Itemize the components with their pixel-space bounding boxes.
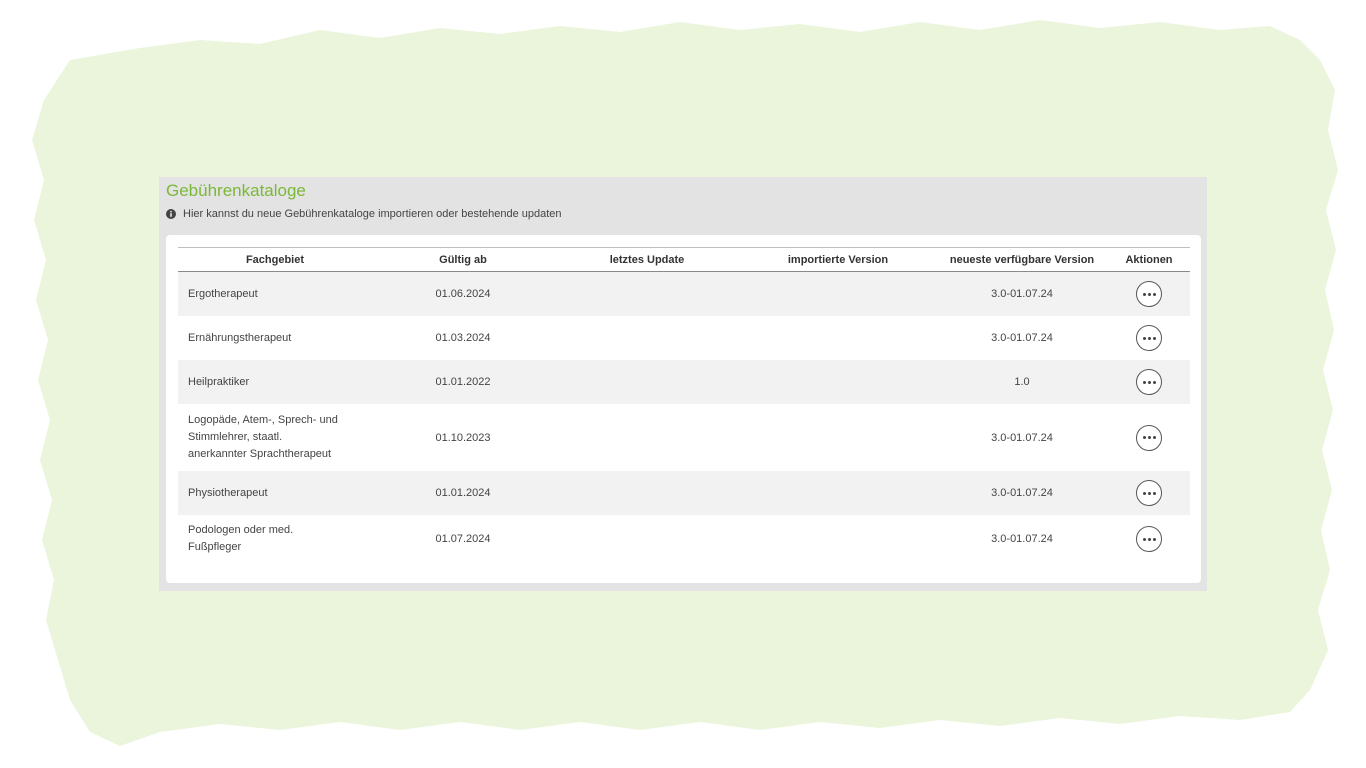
fachgebiet-line: Ergotherapeut bbox=[188, 287, 258, 300]
header-letztes-update: letztes Update bbox=[609, 253, 685, 266]
fee-catalogs-panel: Gebührenkataloge Hier kannst du neue Geb… bbox=[159, 177, 1207, 591]
cell-gueltig-ab: 01.01.2022 bbox=[435, 376, 491, 388]
table-row: Ergotherapeut 01.06.2024 3.0-01.07.24 bbox=[178, 272, 1190, 316]
header-gueltig-ab: Gültig ab bbox=[439, 253, 487, 266]
info-circle-icon bbox=[166, 209, 176, 219]
fachgebiet-line: Fußpfleger bbox=[188, 541, 242, 553]
fachgebiet-line: Ernährungstherapeut bbox=[188, 331, 292, 344]
cell-fachgebiet: Podologen oder med. Fußpfleger bbox=[178, 522, 372, 556]
row-actions-button[interactable] bbox=[1136, 480, 1162, 506]
more-horizontal-icon bbox=[1142, 491, 1156, 495]
cell-aktionen bbox=[1108, 526, 1190, 552]
cell-neueste-version: 3.0-01.07.24 bbox=[991, 431, 1053, 444]
table-header: Fachgebiet Gültig ab letztes Update impo… bbox=[178, 247, 1190, 272]
cell-aktionen bbox=[1108, 281, 1190, 307]
table-row: Physiotherapeut 01.01.2024 3.0-01.07.24 bbox=[178, 471, 1190, 515]
cell-gueltig-ab: 01.07.2024 bbox=[435, 533, 491, 545]
cell-gueltig-ab: 01.06.2024 bbox=[435, 288, 491, 300]
row-actions-button[interactable] bbox=[1136, 281, 1162, 307]
cell-gueltig-ab: 01.03.2024 bbox=[435, 332, 491, 344]
more-horizontal-icon bbox=[1142, 380, 1156, 384]
cell-neueste-version: 3.0-01.07.24 bbox=[991, 332, 1053, 344]
table-row: Ernährungstherapeut 01.03.2024 3.0-01.07.2… bbox=[178, 316, 1190, 360]
cell-neueste-version: 3.0-01.07.24 bbox=[991, 533, 1053, 545]
cell-aktionen bbox=[1108, 424, 1190, 451]
fachgebiet-line: Stimmlehrer, staatl. bbox=[188, 431, 283, 443]
more-horizontal-icon bbox=[1142, 436, 1156, 439]
fachgebiet-line: Physiotherapeut bbox=[188, 486, 268, 499]
fee-catalog-table: Fachgebiet Gültig ab letztes Update impo… bbox=[178, 247, 1190, 563]
more-horizontal-icon bbox=[1142, 336, 1156, 340]
cell-gueltig-ab: 01.01.2024 bbox=[435, 487, 491, 499]
table-row: Logopäde, Atem-, Sprech- und Stimmlehrer,… bbox=[178, 404, 1190, 471]
cell-neueste-version: 3.0-01.07.24 bbox=[991, 288, 1053, 300]
cell-fachgebiet: Ergotherapeut bbox=[178, 286, 372, 303]
table-row: Podologen oder med. Fußpfleger 01.07.2024 3… bbox=[178, 515, 1190, 563]
fachgebiet-line: anerkannter Sprachtherapeut bbox=[188, 448, 332, 460]
table-row: Heilpraktiker 01.01.2022 1.0 bbox=[178, 360, 1190, 404]
cell-aktionen bbox=[1108, 480, 1190, 506]
table-body: Ergotherapeut 01.06.2024 3.0-01.07.24 Ernäh… bbox=[178, 272, 1190, 563]
header-aktionen: Aktionen bbox=[1125, 253, 1173, 266]
page: Gebührenkataloge Hier kannst du neue Geb… bbox=[0, 0, 1366, 768]
row-actions-button[interactable] bbox=[1136, 369, 1162, 395]
row-actions-button[interactable] bbox=[1136, 325, 1162, 351]
cell-gueltig-ab: 01.10.2023 bbox=[435, 431, 491, 444]
more-horizontal-icon bbox=[1142, 537, 1156, 541]
cell-fachgebiet: Logopäde, Atem-, Sprech- und Stimmlehrer,… bbox=[178, 412, 372, 463]
cell-aktionen bbox=[1108, 369, 1190, 395]
cell-fachgebiet: Physiotherapeut bbox=[178, 485, 372, 502]
header-fachgebiet: Fachgebiet bbox=[245, 253, 305, 266]
fachgebiet-line: Logopäde, Atem-, Sprech- und bbox=[188, 414, 338, 426]
panel-title: Gebührenkataloge bbox=[166, 181, 306, 200]
fachgebiet-line: Heilpraktiker bbox=[188, 375, 250, 388]
cell-fachgebiet: Ernährungstherapeut bbox=[178, 330, 372, 347]
table-card: Fachgebiet Gültig ab letztes Update impo… bbox=[166, 235, 1201, 583]
row-actions-button[interactable] bbox=[1136, 526, 1162, 552]
cell-aktionen bbox=[1108, 325, 1190, 351]
panel-hint-text: Hier kannst du neue Gebührenkataloge imp… bbox=[183, 208, 562, 220]
more-horizontal-icon bbox=[1142, 292, 1156, 296]
cell-neueste-version: 1.0 bbox=[1014, 376, 1030, 388]
header-neueste-version: neueste verfügbare Version bbox=[949, 253, 1095, 266]
fachgebiet-line: Podologen oder med. bbox=[188, 524, 294, 536]
header-importierte-version: importierte Version bbox=[787, 253, 889, 266]
row-actions-button[interactable] bbox=[1136, 424, 1162, 451]
cell-neueste-version: 3.0-01.07.24 bbox=[991, 487, 1053, 499]
panel-hint: Hier kannst du neue Gebührenkataloge imp… bbox=[166, 208, 562, 220]
cell-fachgebiet: Heilpraktiker bbox=[178, 374, 372, 391]
